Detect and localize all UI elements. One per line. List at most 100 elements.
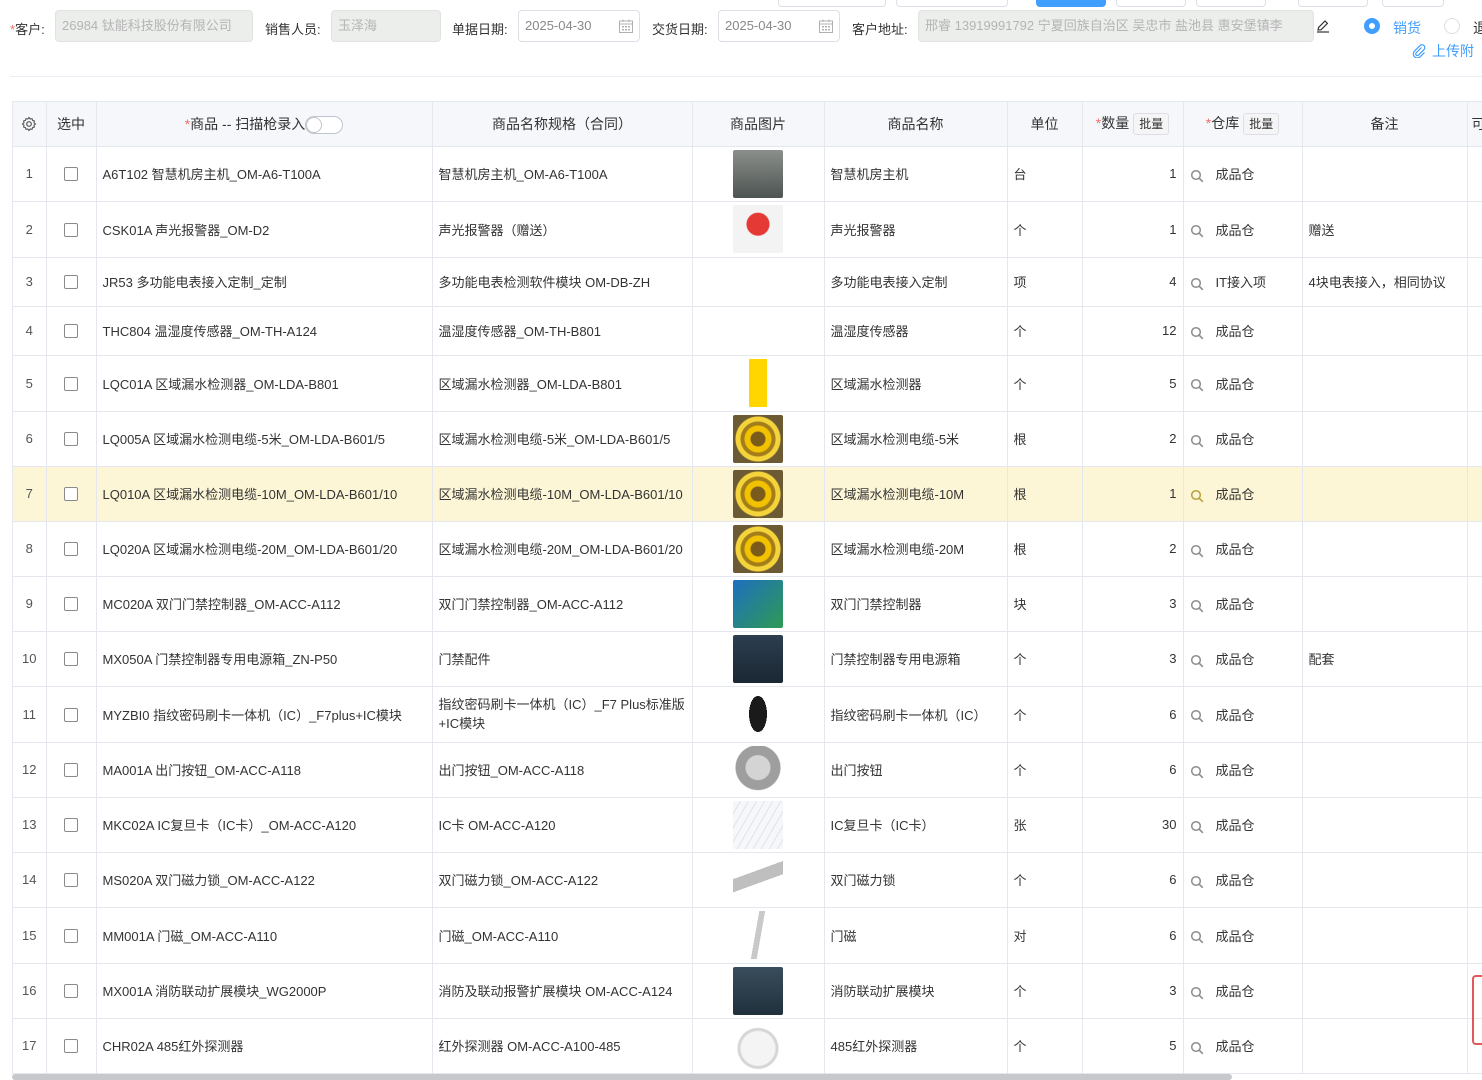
row-checkbox[interactable] (64, 222, 78, 237)
product-image[interactable] (733, 634, 783, 683)
search-icon[interactable] (1190, 1041, 1204, 1055)
horizontal-scrollbar[interactable] (12, 1074, 1232, 1080)
remark-cell[interactable] (1302, 146, 1468, 202)
product-cell[interactable]: LQC01A 区域漏水检测器_OM-LDA-B801 (96, 355, 433, 412)
product-image[interactable] (733, 579, 783, 628)
top-tab[interactable] (778, 0, 886, 7)
spec-cell[interactable]: 消防及联动报警扩展模块 OM-ACC-A124 (432, 963, 693, 1019)
table-row[interactable]: 5 LQC01A 区域漏水检测器_OM-LDA-B801 区域漏水检测器_OM-LD… (13, 355, 1482, 412)
spec-cell[interactable]: IC卡 OM-ACC-A120 (432, 797, 693, 853)
product-image[interactable] (733, 745, 783, 794)
row-checkbox[interactable] (64, 324, 78, 339)
warehouse-cell[interactable]: 成品仓 (1183, 201, 1303, 258)
table-row[interactable]: 8 LQ020A 区域漏水检测电缆-20M_OM-LDA-B601/20 区域漏水检… (13, 521, 1482, 577)
product-image[interactable] (733, 1021, 783, 1070)
product-cell[interactable]: MYZBI0 指纹密码刷卡一体机（IC）_F7plus+IC模块 (96, 686, 433, 743)
table-row[interactable]: 1 A6T102 智慧机房主机_OM-A6-T100A 智慧机房主机_OM-A6-T… (13, 146, 1482, 202)
warehouse-cell[interactable]: 成品仓 (1183, 146, 1303, 202)
qty-cell[interactable]: 2 (1082, 411, 1184, 467)
unit-cell[interactable]: 个 (1007, 201, 1083, 258)
spec-cell[interactable]: 区域漏水检测电缆-5米_OM-LDA-B601/5 (432, 411, 693, 467)
row-checkbox[interactable] (64, 928, 78, 943)
remark-cell[interactable]: 赠送 (1302, 201, 1468, 258)
row-select-cell[interactable] (46, 306, 97, 356)
product-cell[interactable]: MKC02A IC复旦卡（IC卡）_OM-ACC-A120 (96, 797, 433, 853)
spec-cell[interactable]: 区域漏水检测电缆-20M_OM-LDA-B601/20 (432, 521, 693, 577)
table-row[interactable]: 10 MX050A 门禁控制器专用电源箱_ZN-P50 门禁配件 门禁控制器专用电源箱… (13, 631, 1482, 687)
qty-batch-button[interactable]: 批量 (1133, 112, 1170, 135)
spec-cell[interactable]: 双门磁力锁_OM-ACC-A122 (432, 852, 693, 908)
radio-sale[interactable] (1364, 18, 1380, 34)
row-checkbox[interactable] (64, 1039, 78, 1054)
row-select-cell[interactable] (46, 411, 97, 467)
warehouse-cell[interactable]: 成品仓 (1183, 797, 1303, 853)
product-cell[interactable]: MM001A 门磁_OM-ACC-A110 (96, 907, 433, 964)
spec-cell[interactable]: 温湿度传感器_OM-TH-B801 (432, 306, 693, 356)
name-cell[interactable]: 门禁控制器专用电源箱 (824, 631, 1008, 687)
unit-cell[interactable]: 对 (1007, 907, 1083, 964)
calendar-icon[interactable] (618, 18, 634, 34)
warehouse-cell[interactable]: 成品仓 (1183, 411, 1303, 467)
unit-cell[interactable]: 台 (1007, 146, 1083, 202)
calendar-icon[interactable] (818, 18, 834, 34)
qty-cell[interactable]: 1 (1082, 201, 1184, 258)
product-cell[interactable]: CHR02A 485红外探测器 (96, 1018, 433, 1074)
product-image[interactable] (733, 524, 783, 573)
table-row[interactable]: 11 MYZBI0 指纹密码刷卡一体机（IC）_F7plus+IC模块 指纹密码刷卡… (13, 686, 1482, 743)
name-cell[interactable]: 双门磁力锁 (824, 852, 1008, 908)
product-cell[interactable]: LQ010A 区域漏水检测电缆-10M_OM-LDA-B601/10 (96, 466, 433, 522)
remark-cell[interactable] (1302, 576, 1468, 632)
top-tab[interactable] (1196, 0, 1266, 7)
row-checkbox[interactable] (64, 763, 78, 778)
search-icon[interactable] (1190, 224, 1204, 238)
warehouse-cell[interactable]: 成品仓 (1183, 631, 1303, 687)
spec-cell[interactable]: 门禁配件 (432, 631, 693, 687)
row-select-cell[interactable] (46, 466, 97, 522)
remark-cell[interactable]: 4块电表接入，相同协议 (1302, 257, 1468, 307)
product-cell[interactable]: JR53 多功能电表接入定制_定制 (96, 257, 433, 307)
unit-cell[interactable]: 个 (1007, 1018, 1083, 1074)
row-checkbox[interactable] (64, 275, 78, 290)
product-image[interactable] (733, 414, 783, 463)
row-select-cell[interactable] (46, 355, 97, 412)
row-checkbox[interactable] (64, 167, 78, 182)
search-icon[interactable] (1190, 378, 1204, 392)
product-image[interactable] (733, 855, 783, 904)
product-cell[interactable]: MX050A 门禁控制器专用电源箱_ZN-P50 (96, 631, 433, 687)
side-float-button[interactable] (1472, 975, 1482, 1045)
remark-cell[interactable] (1302, 466, 1468, 522)
settings-gear-icon[interactable] (21, 116, 37, 132)
row-select-cell[interactable] (46, 631, 97, 687)
table-row[interactable]: 16 MX001A 消防联动扩展模块_WG2000P 消防及联动报警扩展模块 OM-… (13, 963, 1482, 1019)
remark-cell[interactable] (1302, 686, 1468, 743)
top-tab[interactable] (1382, 0, 1444, 7)
warehouse-cell[interactable]: 成品仓 (1183, 742, 1303, 798)
product-image[interactable] (733, 205, 783, 253)
unit-cell[interactable]: 块 (1007, 576, 1083, 632)
product-image[interactable] (733, 800, 783, 849)
name-cell[interactable]: 声光报警器 (824, 201, 1008, 258)
table-row[interactable]: 2 CSK01A 声光报警器_OM-D2 声光报警器（赠送） 声光报警器个 1 成品仓 赠送 (13, 201, 1482, 258)
search-icon[interactable] (1190, 654, 1204, 668)
search-icon[interactable] (1190, 599, 1204, 613)
top-tab[interactable] (896, 0, 1008, 7)
name-cell[interactable]: 出门按钮 (824, 742, 1008, 798)
row-select-cell[interactable] (46, 963, 97, 1019)
warehouse-cell[interactable]: 成品仓 (1183, 355, 1303, 412)
row-checkbox[interactable] (64, 984, 78, 999)
row-select-cell[interactable] (46, 201, 97, 258)
product-cell[interactable]: MC020A 双门门禁控制器_OM-ACC-A112 (96, 576, 433, 632)
row-checkbox[interactable] (64, 652, 78, 667)
name-cell[interactable]: 区域漏水检测电缆-10M (824, 466, 1008, 522)
row-checkbox[interactable] (64, 873, 78, 888)
remark-cell[interactable] (1302, 355, 1468, 412)
row-checkbox[interactable] (64, 487, 78, 502)
product-cell[interactable]: MS020A 双门磁力锁_OM-ACC-A122 (96, 852, 433, 908)
search-icon[interactable] (1190, 434, 1204, 448)
warehouse-cell[interactable]: 成品仓 (1183, 576, 1303, 632)
row-checkbox[interactable] (64, 542, 78, 557)
product-cell[interactable]: MX001A 消防联动扩展模块_WG2000P (96, 963, 433, 1019)
qty-cell[interactable]: 5 (1082, 355, 1184, 412)
table-row[interactable]: 3 JR53 多功能电表接入定制_定制 多功能电表检测软件模块 OM-DB-ZH 多功… (13, 257, 1482, 307)
radio-return-label[interactable]: 退 (1473, 18, 1482, 38)
